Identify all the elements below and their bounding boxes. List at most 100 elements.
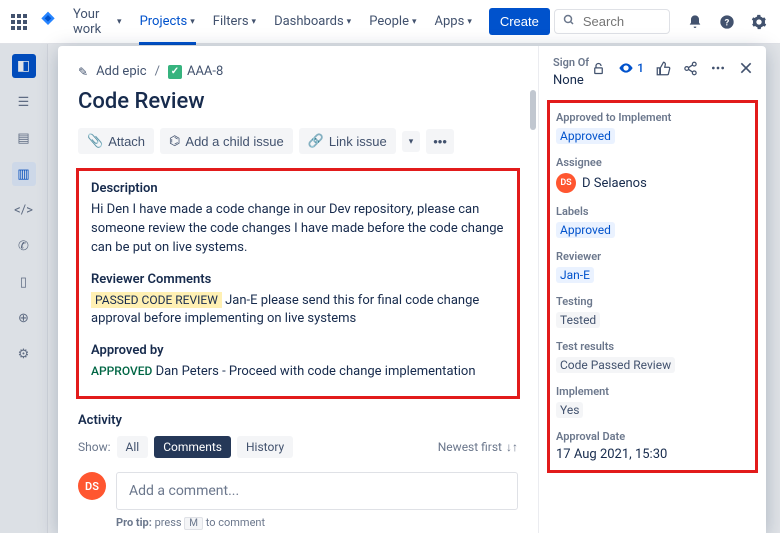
highlighted-content-box: Description Hi Den I have made a code ch… <box>76 168 520 399</box>
issue-key-text: AAA-8 <box>187 64 223 79</box>
field-testing: Testing Tested <box>556 295 749 328</box>
issue-title[interactable]: Code Review <box>78 89 518 114</box>
more-button[interactable]: ••• <box>426 129 454 154</box>
share-icon[interactable] <box>683 61 698 76</box>
dialog-toolbar: 1 <box>589 56 756 80</box>
nav-apps[interactable]: Apps▾ <box>428 8 479 35</box>
more-actions-icon[interactable] <box>710 60 726 76</box>
apps-switcher-icon[interactable] <box>10 13 28 31</box>
avatar: DS <box>556 173 576 193</box>
tab-comments[interactable]: Comments <box>154 436 231 458</box>
field-label: Labels <box>556 205 749 218</box>
like-icon[interactable] <box>656 61 671 76</box>
nav-your-work[interactable]: Your work▾ <box>66 1 129 43</box>
activity-heading: Activity <box>78 413 518 428</box>
kbd-key: M <box>184 517 203 530</box>
avatar: DS <box>78 472 106 500</box>
tab-history[interactable]: History <box>237 436 293 458</box>
field-test-results: Test results Code Passed Review <box>556 340 749 373</box>
search-icon <box>563 14 575 29</box>
field-label: Reviewer <box>556 250 749 263</box>
approved-by-text: Dan Peters - Proceed with code change im… <box>156 364 476 379</box>
top-nav: Your work▾ Projects▾ Filters▾ Dashboards… <box>0 0 780 44</box>
field-reviewer: Reviewer Jan-E <box>556 250 749 283</box>
chevron-down-icon: ▾ <box>467 17 472 27</box>
settings-icon[interactable] <box>748 11 770 33</box>
assignee-name: D Selaenos <box>582 176 647 191</box>
issue-type-icon: ✓ <box>168 65 182 79</box>
issue-key-link[interactable]: ✓ AAA-8 <box>168 64 223 79</box>
chevron-down-icon: ▾ <box>252 17 257 27</box>
lock-icon[interactable] <box>591 61 606 76</box>
pencil-icon: ✎ <box>78 65 88 79</box>
approved-tag: APPROVED <box>91 363 152 379</box>
field-value[interactable]: Jan-E <box>556 267 594 283</box>
nav-projects[interactable]: Projects▾ <box>133 8 202 35</box>
search-input[interactable] <box>581 13 661 30</box>
breadcrumb: ✎ Add epic / ✓ AAA-8 <box>78 64 518 79</box>
chevron-down-icon: ▾ <box>117 17 122 27</box>
chevron-down-icon: ▾ <box>409 136 414 147</box>
description-heading: Description <box>91 181 505 196</box>
link-icon: 🔗 <box>308 133 324 149</box>
field-label: Approved to Implement <box>556 111 749 124</box>
breadcrumb-sep: / <box>155 64 160 79</box>
jira-logo-icon[interactable] <box>38 10 58 34</box>
field-value[interactable]: Code Passed Review <box>556 357 675 373</box>
add-epic-link[interactable]: Add epic <box>96 64 147 79</box>
close-icon[interactable] <box>738 60 754 76</box>
field-approval-date: Approval Date 17 Aug 2021, 15:30 <box>556 430 749 462</box>
watch-button[interactable]: 1 <box>618 60 644 76</box>
issue-dialog: ✎ Add epic / ✓ AAA-8 Code Review 📎Attach… <box>58 46 766 533</box>
description-body[interactable]: Hi Den I have made a code change in our … <box>91 201 505 258</box>
field-label: Approval Date <box>556 430 749 443</box>
field-value[interactable]: Approved <box>556 128 615 144</box>
search-input-wrapper[interactable] <box>554 9 670 34</box>
tab-all[interactable]: All <box>117 436 149 458</box>
link-issue-button[interactable]: 🔗Link issue <box>299 128 396 154</box>
pro-tip: Pro tip: press M to comment <box>116 516 518 529</box>
add-child-button[interactable]: ⌬Add a child issue <box>160 128 293 154</box>
sort-icon: ↓↑ <box>506 440 518 454</box>
field-labels: Labels Approved <box>556 205 749 238</box>
create-button[interactable]: Create <box>489 8 550 35</box>
action-row: 📎Attach ⌬Add a child issue 🔗Link issue ▾… <box>78 128 518 154</box>
watch-count: 1 <box>637 61 644 75</box>
chevron-down-icon: ▾ <box>347 17 352 27</box>
comment-input-row: DS Add a comment... <box>78 472 518 510</box>
sort-newest-first[interactable]: Newest first ↓↑ <box>438 440 518 454</box>
attach-button[interactable]: 📎Attach <box>78 128 154 154</box>
field-label: Testing <box>556 295 749 308</box>
field-label: Assignee <box>556 156 749 169</box>
scroll-thumb[interactable] <box>530 90 536 130</box>
show-label: Show: <box>78 440 111 454</box>
comment-input[interactable]: Add a comment... <box>116 472 518 510</box>
nav-filters[interactable]: Filters▾ <box>206 8 263 35</box>
ellipsis-icon: ••• <box>433 134 447 149</box>
svg-text:?: ? <box>725 17 730 28</box>
nav-dashboards[interactable]: Dashboards▾ <box>267 8 358 35</box>
tree-icon: ⌬ <box>169 133 180 149</box>
field-label: Test results <box>556 340 749 353</box>
link-dropdown-button[interactable]: ▾ <box>402 131 421 152</box>
field-assignee: Assignee DS D Selaenos <box>556 156 749 193</box>
approved-by-body[interactable]: APPROVED Dan Peters - Proceed with code … <box>91 363 505 382</box>
reviewer-comments-heading: Reviewer Comments <box>91 272 505 287</box>
field-value[interactable]: Approved <box>556 222 615 238</box>
help-icon[interactable]: ? <box>716 11 738 33</box>
paperclip-icon: 📎 <box>87 133 103 149</box>
chevron-down-icon: ▾ <box>190 17 195 27</box>
activity-tabs-row: Show: All Comments History Newest first … <box>78 436 518 458</box>
chevron-down-icon: ▾ <box>412 17 417 27</box>
passed-review-tag: PASSED CODE REVIEW <box>91 292 222 308</box>
field-value[interactable]: DS D Selaenos <box>556 173 749 193</box>
notifications-icon[interactable] <box>684 11 706 33</box>
field-approved-to-implement: Approved to Implement Approved <box>556 111 749 144</box>
field-value[interactable]: 17 Aug 2021, 15:30 <box>556 447 749 462</box>
highlighted-side-box: Approved to Implement Approved Assignee … <box>547 100 758 473</box>
reviewer-comments-body[interactable]: PASSED CODE REVIEW Jan-E please send thi… <box>91 292 505 330</box>
dialog-main: ✎ Add epic / ✓ AAA-8 Code Review 📎Attach… <box>58 46 538 533</box>
field-value[interactable]: Tested <box>556 312 600 328</box>
nav-people[interactable]: People▾ <box>362 8 423 35</box>
field-value[interactable]: Yes <box>556 402 583 418</box>
